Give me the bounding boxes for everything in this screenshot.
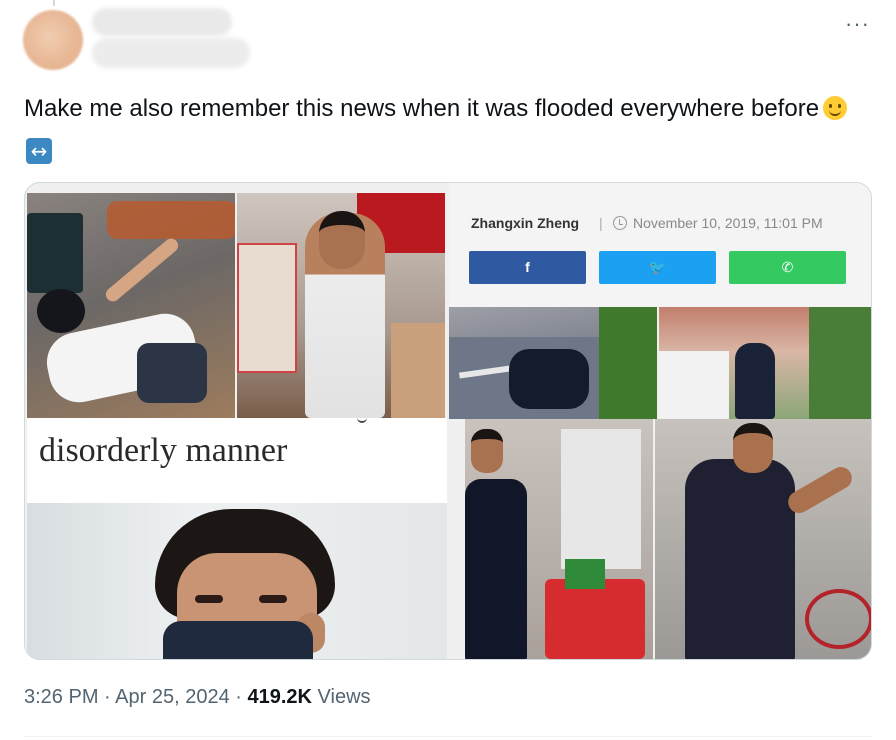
green-crate-shape: [565, 559, 605, 589]
whatsapp-share-button[interactable]: ✆: [729, 251, 846, 284]
photo-man-shouting: [465, 419, 653, 659]
photo-man-with-mask: [27, 503, 447, 659]
article-author: Zhangxin Zheng: [471, 215, 580, 231]
blurred-display-name[interactable]: [92, 8, 232, 36]
photo-man-in-shop: [237, 193, 445, 418]
head-shape: [471, 429, 503, 473]
views-label: Views: [311, 686, 371, 708]
cropped-text-fragment: [357, 418, 367, 423]
officer-shape: [735, 343, 775, 419]
head-shape: [319, 211, 365, 269]
man-body-shape: [465, 479, 527, 659]
article-header-card: Zhangxin Zheng | November 10, 2019, 11:0…: [449, 183, 871, 307]
officer-shape: [509, 349, 589, 409]
face-mask-shape: [163, 621, 313, 659]
left-right-arrow-emoji-icon: ↔: [26, 138, 52, 164]
tree-shape: [599, 307, 657, 419]
divider: [24, 736, 872, 737]
news-caption-text: disorderly manner: [39, 432, 288, 469]
more-options-icon[interactable]: ···: [845, 13, 870, 35]
blurred-username[interactable]: [92, 38, 250, 68]
slightly-smiling-face-emoji-icon: [823, 96, 848, 120]
twitter-icon: 🐦: [648, 259, 667, 275]
views-count: 419.2K: [247, 686, 312, 708]
head-shape: [37, 289, 85, 333]
red-chairs-shape: [545, 579, 645, 659]
tree-shape: [809, 307, 871, 419]
eye-shape: [195, 595, 223, 603]
photo-man-on-floor: [27, 193, 235, 418]
twitter-share-button[interactable]: 🐦: [599, 251, 716, 284]
man-body-shape: [685, 459, 795, 659]
article-date: November 10, 2019, 11:01 PM: [633, 215, 823, 231]
tweet-text-body: Make me also remember this news when it …: [24, 95, 820, 122]
poster-shape: [237, 243, 297, 373]
shorts-shape: [137, 343, 207, 403]
media-collage[interactable]: disorderly manner Zhangxin Zheng | Novem…: [24, 182, 872, 660]
separator-dot: ·: [98, 686, 116, 708]
thread-connector-line: [53, 0, 55, 6]
facebook-icon: f: [525, 259, 530, 275]
tweet-text: Make me also remember this news when it …: [24, 90, 854, 164]
news-caption-panel: disorderly manner: [27, 418, 447, 503]
photo-police-officer: [659, 307, 871, 419]
avatar[interactable]: [23, 10, 83, 70]
clock-icon: [613, 216, 627, 230]
head-shape: [733, 423, 773, 473]
tweet-time[interactable]: 3:26 PM: [24, 686, 98, 708]
car-shape: [659, 351, 729, 419]
shelf-shape: [391, 323, 445, 418]
bicycle-shape: [805, 589, 871, 649]
separator-dot: ·: [229, 686, 248, 708]
tweet-metadata: 3:26 PM · Apr 25, 2024 · 419.2K Views: [24, 684, 371, 710]
tweet-date[interactable]: Apr 25, 2024: [115, 686, 230, 708]
door-shape: [561, 429, 641, 569]
trash-bin-shape: [27, 213, 83, 293]
arm-shape: [103, 235, 181, 305]
photo-man-pointing: [655, 419, 871, 659]
photo-police-arrest: [449, 307, 657, 419]
separator: |: [599, 215, 603, 231]
cone-shape: [107, 201, 235, 239]
whatsapp-icon: ✆: [781, 259, 794, 275]
facebook-share-button[interactable]: f: [469, 251, 586, 284]
eye-shape: [259, 595, 287, 603]
